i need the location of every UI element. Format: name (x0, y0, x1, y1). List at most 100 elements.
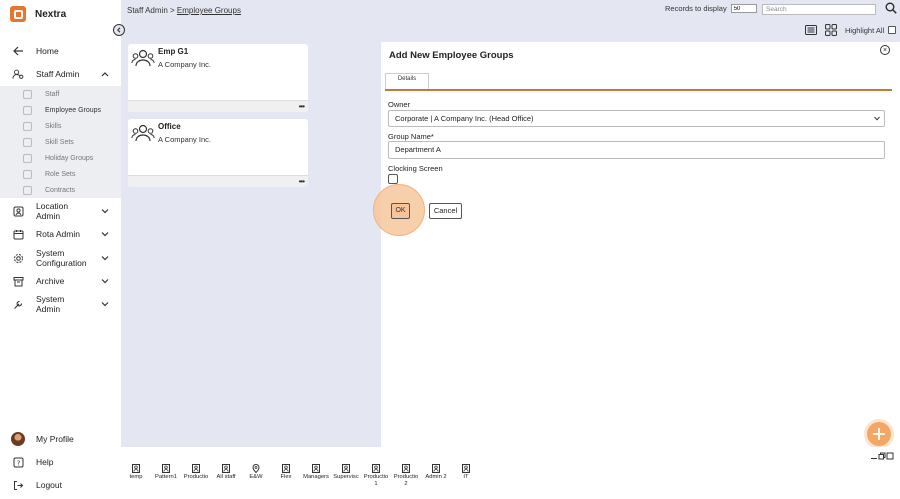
add-employee-group-panel: Add New Employee Groups × Details Owner … (381, 42, 900, 447)
submenu-skills[interactable]: Skills (0, 118, 121, 134)
nav-system-configuration[interactable]: System Configuration (0, 247, 121, 269)
collapse-sidebar-button[interactable] (113, 24, 125, 36)
staff-icon (23, 89, 32, 99)
group-shortcut[interactable]: Supervisc (331, 464, 361, 481)
group-shortcut[interactable]: Pattern1 (151, 464, 181, 481)
role-sets-icon (23, 169, 32, 179)
nav-system-admin-label: System Admin (36, 294, 65, 314)
highlight-all-checkbox[interactable] (888, 26, 897, 34)
submenu-skill-sets[interactable]: Skill Sets (0, 134, 121, 150)
nav-home[interactable]: Home (0, 45, 121, 57)
list-view-icon[interactable] (805, 25, 817, 35)
search-input[interactable]: Search (762, 4, 876, 15)
nav-location-admin-label: Location Admin (36, 201, 69, 221)
nav-staff-admin[interactable]: Staff Admin (0, 68, 121, 80)
person-icon (162, 464, 170, 473)
cancel-button[interactable]: Cancel (429, 203, 462, 219)
clocking-screen-label: Clocking Screen (388, 164, 443, 173)
search-icon[interactable] (885, 2, 897, 14)
window-controls (870, 452, 894, 460)
breadcrumb-root[interactable]: Staff Admin (127, 6, 168, 15)
add-button[interactable] (867, 422, 891, 446)
nav-help[interactable]: ? Help (0, 456, 121, 468)
group-name-field[interactable]: Department A (388, 141, 885, 159)
person-icon (192, 464, 200, 473)
nav-logout[interactable]: Logout (0, 479, 121, 491)
plus-icon (873, 428, 885, 440)
records-to-display: Records to display (665, 4, 757, 13)
group-shortcut[interactable]: All staff (211, 464, 241, 481)
submenu-employee-groups[interactable]: Employee Groups (0, 102, 121, 118)
avatar (11, 432, 25, 446)
panel-title: Add New Employee Groups (389, 50, 514, 61)
group-shortcut[interactable]: Flex (271, 464, 301, 481)
group-shortcut[interactable]: Productio (181, 464, 211, 481)
nav-system-admin[interactable]: System Admin (0, 293, 121, 315)
card-title: Emp G1 (158, 47, 189, 56)
nav-location-admin[interactable]: Location Admin (0, 200, 121, 222)
breadcrumb-current[interactable]: Employee Groups (177, 6, 241, 15)
employee-group-card[interactable]: Office A Company Inc. ••• (128, 119, 308, 187)
group-icon (23, 105, 32, 115)
group-name-label: Group Name* (388, 132, 434, 141)
more-icon[interactable]: ••• (299, 102, 305, 111)
nav-my-profile[interactable]: My Profile (0, 432, 121, 446)
svg-text:?: ? (16, 459, 20, 467)
nav-rota-admin[interactable]: Rota Admin (0, 228, 121, 240)
skills-icon (23, 121, 32, 131)
logout-icon (12, 479, 24, 491)
nav-system-configuration-label: System Configuration (36, 248, 87, 268)
tab-details[interactable]: Details (385, 73, 429, 90)
location-pin-icon (252, 464, 260, 473)
group-shortcut[interactable]: Admin 2 (421, 464, 451, 481)
group-icon (131, 49, 155, 67)
submenu-contracts[interactable]: Contracts (0, 182, 121, 198)
contract-icon (23, 185, 32, 195)
archive-icon (12, 275, 24, 287)
group-icon (131, 124, 155, 142)
more-icon[interactable]: ••• (299, 177, 305, 186)
ok-button[interactable]: OK (391, 203, 410, 219)
employee-group-card[interactable]: Emp G1 A Company Inc. ••• (128, 44, 308, 112)
submenu-holiday-groups[interactable]: Holiday Groups (0, 150, 121, 166)
minimize-icon[interactable] (870, 452, 878, 460)
person-icon (402, 464, 410, 473)
maximize-icon[interactable] (886, 452, 894, 460)
wrench-icon (12, 298, 24, 310)
app-name: Nextra (35, 8, 67, 20)
restore-icon[interactable] (878, 452, 886, 460)
grid-view-icon[interactable] (825, 24, 837, 36)
nextra-logo-icon (10, 6, 26, 22)
submenu-staff[interactable]: Staff (0, 86, 121, 102)
group-shortcut[interactable]: Productio 2 (391, 464, 421, 488)
chevron-down-icon[interactable] (101, 277, 109, 285)
person-icon (462, 464, 470, 473)
group-shortcut[interactable]: E&W (241, 464, 271, 481)
brand[interactable]: Nextra (10, 6, 66, 22)
gear-icon (12, 252, 24, 264)
close-icon[interactable]: × (880, 45, 890, 55)
sidebar: Nextra Home Staff Admin Staff Employee G… (0, 0, 121, 499)
group-shortcut[interactable]: Managers (301, 464, 331, 481)
records-input[interactable] (730, 4, 757, 13)
card-footer: ••• (128, 175, 308, 187)
group-shortcut[interactable]: IT (451, 464, 481, 481)
nav-archive[interactable]: Archive (0, 275, 121, 287)
group-shortcut[interactable]: temp (121, 464, 151, 481)
chevron-down-icon[interactable] (101, 300, 109, 308)
view-toolbar: Highlight All (805, 24, 897, 36)
submenu-role-sets[interactable]: Role Sets (0, 166, 121, 182)
chevron-down-icon[interactable] (101, 230, 109, 238)
group-shortcut[interactable]: Productio 1 (361, 464, 391, 488)
chevron-down-icon (874, 116, 880, 121)
nav-logout-label: Logout (36, 480, 62, 490)
person-icon (282, 464, 290, 473)
chevron-up-icon[interactable] (101, 70, 109, 78)
holiday-icon (23, 153, 32, 163)
bottom-group-bar: temp Pattern1 Productio All staff E&W Fl… (121, 447, 900, 499)
clocking-screen-checkbox[interactable] (388, 174, 398, 184)
owner-select[interactable]: Corporate | A Company Inc. (Head Office) (388, 110, 885, 127)
arrow-left-icon (12, 45, 24, 57)
chevron-down-icon[interactable] (101, 254, 109, 262)
chevron-down-icon[interactable] (101, 207, 109, 215)
